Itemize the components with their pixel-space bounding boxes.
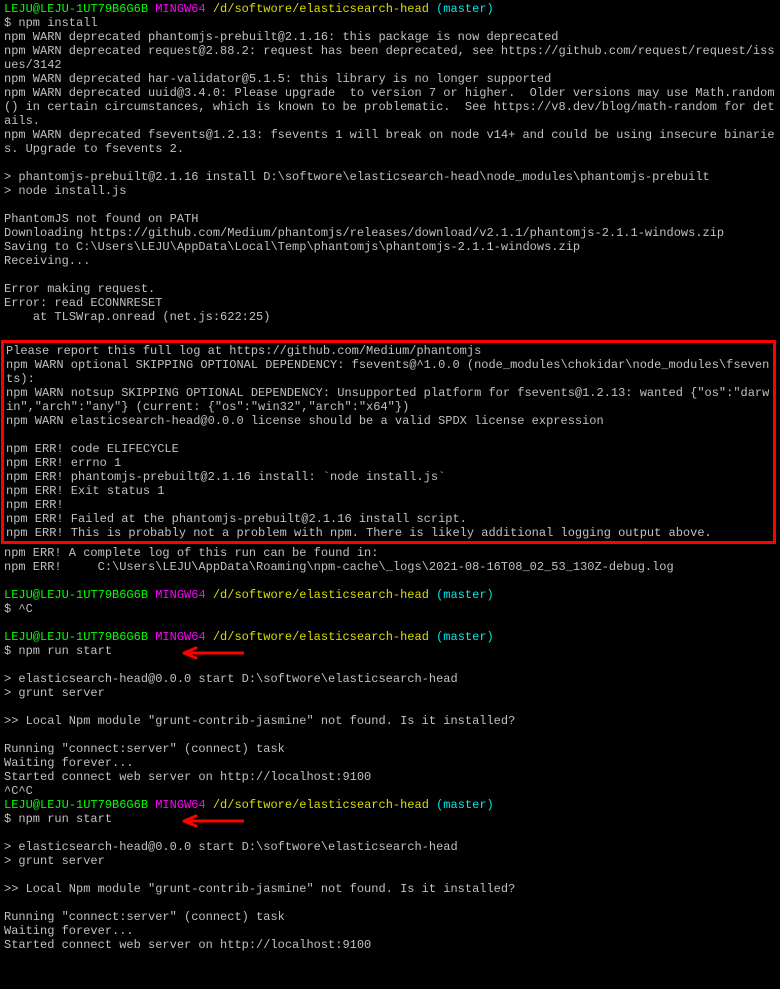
terminal-output-line: npm WARN deprecated fsevents@1.2.13: fse… [4, 128, 776, 156]
terminal-output-line: npm ERR! errno 1 [6, 456, 771, 470]
command-line[interactable]: $ ^C [4, 602, 776, 616]
prompt-branch: (master) [436, 630, 494, 644]
terminal-output-line: npm WARN elasticsearch-head@0.0.0 licens… [6, 414, 771, 428]
terminal-output-line [4, 896, 776, 910]
shell-prompt: LEJU@LEJU-1UT79B6G6B MINGW64 /d/softwore… [4, 798, 776, 812]
terminal-output-line: npm WARN deprecated har-validator@5.1.5:… [4, 72, 776, 86]
terminal-output-line: npm WARN optional SKIPPING OPTIONAL DEPE… [6, 358, 771, 386]
prompt-path: /d/softwore/elasticsearch-head [213, 588, 429, 602]
terminal-output-line: npm ERR! This is probably not a problem … [6, 526, 771, 540]
terminal-output-line: > elasticsearch-head@0.0.0 start D:\soft… [4, 840, 776, 854]
terminal-output-line: Waiting forever... [4, 756, 776, 770]
terminal-output-line: npm ERR! Failed at the phantomjs-prebuil… [6, 512, 771, 526]
prompt-shell: MINGW64 [155, 2, 205, 16]
prompt-path: /d/softwore/elasticsearch-head [213, 2, 429, 16]
terminal-output-line: at TLSWrap.onread (net.js:622:25) [4, 310, 776, 324]
terminal-output-line [4, 826, 776, 840]
shell-prompt: LEJU@LEJU-1UT79B6G6B MINGW64 /d/softwore… [4, 2, 776, 16]
terminal-output-line: > node install.js [4, 184, 776, 198]
terminal-output-line [4, 574, 776, 588]
terminal-output-line: Error: read ECONNRESET [4, 296, 776, 310]
prompt-user: LEJU@LEJU-1UT79B6G6B [4, 2, 148, 16]
terminal-output-line: > grunt server [4, 686, 776, 700]
terminal-output-line: >> Local Npm module "grunt-contrib-jasmi… [4, 714, 776, 728]
terminal-output-line [4, 324, 776, 338]
terminal-output-line: Started connect web server on http://loc… [4, 770, 776, 784]
prompt-branch: (master) [436, 588, 494, 602]
terminal-output-line: npm WARN deprecated phantomjs-prebuilt@2… [4, 30, 776, 44]
terminal-output-line: npm ERR! C:\Users\LEJU\AppData\Roaming\n… [4, 560, 776, 574]
terminal-output-line: > phantomjs-prebuilt@2.1.16 install D:\s… [4, 170, 776, 184]
terminal-output-line: Waiting forever... [4, 924, 776, 938]
prompt-user: LEJU@LEJU-1UT79B6G6B [4, 588, 148, 602]
terminal-output-line: Running "connect:server" (connect) task [4, 910, 776, 924]
prompt-shell: MINGW64 [155, 630, 205, 644]
prompt-path: /d/softwore/elasticsearch-head [213, 798, 429, 812]
terminal-output-line [4, 268, 776, 282]
prompt-shell: MINGW64 [155, 588, 205, 602]
terminal-output-line: Please report this full log at https://g… [6, 344, 771, 358]
terminal-output-line: npm ERR! Exit status 1 [6, 484, 771, 498]
terminal-output-line [4, 700, 776, 714]
prompt-user: LEJU@LEJU-1UT79B6G6B [4, 798, 148, 812]
highlight-arrow-icon [174, 646, 244, 660]
prompt-user: LEJU@LEJU-1UT79B6G6B [4, 630, 148, 644]
terminal-output-line: Receiving... [4, 254, 776, 268]
terminal-output-line: Error making request. [4, 282, 776, 296]
command-line[interactable]: $ npm run start [4, 644, 776, 658]
terminal-output-line: npm ERR! code ELIFECYCLE [6, 442, 771, 456]
terminal-output-line [4, 658, 776, 672]
terminal-output-line: Started connect web server on http://loc… [4, 938, 776, 952]
highlight-arrow-icon [174, 814, 244, 828]
command-line[interactable]: $ npm run start [4, 812, 776, 826]
terminal-output-line: npm WARN deprecated request@2.88.2: requ… [4, 44, 776, 72]
terminal-output-line: Downloading https://github.com/Medium/ph… [4, 226, 776, 240]
terminal-output-line: npm ERR! phantomjs-prebuilt@2.1.16 insta… [6, 470, 771, 484]
terminal-output-line: npm WARN deprecated uuid@3.4.0: Please u… [4, 86, 776, 128]
terminal-output-line [6, 428, 771, 442]
prompt-branch: (master) [436, 798, 494, 812]
shell-prompt: LEJU@LEJU-1UT79B6G6B MINGW64 /d/softwore… [4, 630, 776, 644]
terminal-output-line: ^C^C [4, 784, 776, 798]
terminal-output-line: > elasticsearch-head@0.0.0 start D:\soft… [4, 672, 776, 686]
prompt-branch: (master) [436, 2, 494, 16]
terminal-output-line: npm WARN notsup SKIPPING OPTIONAL DEPEND… [6, 386, 771, 414]
terminal-output-line: PhantomJS not found on PATH [4, 212, 776, 226]
terminal-output-line: Running "connect:server" (connect) task [4, 742, 776, 756]
terminal-output-line [4, 728, 776, 742]
terminal-output-line: npm ERR! A complete log of this run can … [4, 546, 776, 560]
terminal-output-line: >> Local Npm module "grunt-contrib-jasmi… [4, 882, 776, 896]
terminal-output-line [4, 198, 776, 212]
terminal-output-line: npm ERR! [6, 498, 771, 512]
command-line[interactable]: $ npm install [4, 16, 776, 30]
shell-prompt: LEJU@LEJU-1UT79B6G6B MINGW64 /d/softwore… [4, 588, 776, 602]
terminal-output-line [4, 868, 776, 882]
terminal-output-line [4, 156, 776, 170]
terminal-output-line: Saving to C:\Users\LEJU\AppData\Local\Te… [4, 240, 776, 254]
prompt-path: /d/softwore/elasticsearch-head [213, 630, 429, 644]
prompt-shell: MINGW64 [155, 798, 205, 812]
error-highlight-box: Please report this full log at https://g… [1, 340, 776, 544]
terminal-output-line: > grunt server [4, 854, 776, 868]
terminal-output-line [4, 616, 776, 630]
